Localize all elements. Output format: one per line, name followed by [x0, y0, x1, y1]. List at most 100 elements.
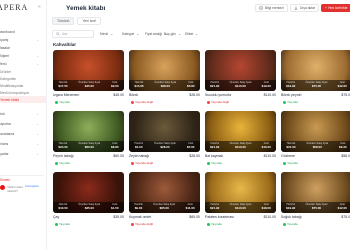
recipe-stat-value: $75.00	[311, 206, 322, 211]
recipe-stat-value: $45.00	[84, 84, 94, 89]
recipe-stat-value: $58.00	[312, 145, 322, 150]
recipe-price: $110.00	[263, 215, 276, 219]
tab-bar: Tümünü Yeni tarif	[52, 17, 101, 25]
tab-new-recipe[interactable]: Yeni tarif	[77, 17, 101, 25]
recipe-stat: Hazırlık $24.00	[58, 143, 67, 149]
recipe-image: Hazırlık $21.92 Önerilen Satış fiyatı $110.…	[205, 111, 276, 152]
status-badge: Yayında	[281, 221, 300, 227]
recipe-card[interactable]: Hazırlık $21.92 Önerilen Satış fiyatı $110.…	[205, 172, 276, 230]
recipe-card[interactable]: Hazırlık $19.92 Önerilen Satış fiyatı $75.0…	[281, 50, 350, 108]
export-label: Dışa aktar	[300, 6, 316, 10]
recipe-name: Bal kaymak	[205, 154, 224, 158]
sidebar-item[interactable]: Ürünler	[0, 68, 46, 75]
filter-day[interactable]: Boş gün ⌄	[164, 30, 181, 38]
recipe-price: $58.00	[341, 154, 350, 158]
status-text: Yayında	[211, 222, 222, 226]
status-badge: Yayında	[53, 160, 72, 166]
recipe-stat-value: $19.00	[261, 84, 271, 89]
sidebar-item[interactable]: Menü kompozisyon	[0, 89, 46, 96]
recipe-card[interactable]: Hazırlık $17.50 Önerilen Satış fiyatı $45.0…	[53, 50, 124, 108]
sidebar-item[interactable]: Yemek kitabı	[0, 96, 46, 103]
recipe-stats: Hazırlık $21.92 Önerilen Satış fiyatı $110.…	[205, 141, 276, 152]
chevron-down-icon: ⌄	[195, 32, 199, 36]
recipe-card[interactable]: Hazırlık $21.00 Önerilen Satış fiyatı $58.0…	[281, 111, 350, 169]
status-dot-icon	[55, 161, 58, 165]
search-input[interactable]: Ara	[52, 30, 94, 38]
recipe-card[interactable]: Hazırlık $21.92 Önerilen Satış fiyatı $110.…	[205, 111, 276, 169]
recipe-image: Hazırlık $21.92 Önerilen Satış fiyatı $110.…	[205, 50, 276, 91]
export-button[interactable]: Dışa aktar	[290, 4, 320, 12]
sidebar-item[interactable]: Modifikasyonlar	[0, 82, 46, 89]
filter-day-label: Boş gün	[164, 32, 177, 36]
recipe-stat: Cost $5.00	[187, 143, 195, 149]
recipe-card[interactable]: Hazırlık $4.00 Önerilen Satış fiyatı $28.00…	[129, 111, 200, 169]
recipe-stat-value: $12.00	[337, 206, 347, 211]
recipe-image: Hazırlık $24.00 Önerilen Satış fiyatı $60.0…	[53, 111, 124, 152]
sidebar-item[interactable]: Dashboard	[0, 28, 44, 35]
recipe-card[interactable]: Hazırlık $19.92 Önerilen Satış fiyatı $75.0…	[281, 172, 350, 230]
status-dot-icon	[131, 222, 134, 226]
sidebar-item[interactable]: Raporlar ⌄	[0, 120, 44, 127]
status-text: Yayında	[211, 161, 222, 165]
recipe-stat-value: $9.00	[111, 84, 119, 89]
sidebar-collapse-icon[interactable]: «	[38, 4, 41, 10]
recipe-stat-value: $21.92	[210, 206, 220, 211]
sidebar-item-label: Raporlar	[0, 121, 12, 126]
sidebar-item-label: Kategoriler	[0, 76, 17, 81]
recipe-stat: Önerilen Satış fiyatı $60.00	[78, 143, 100, 149]
support-link[interactable]: Konuşalım	[25, 184, 39, 188]
recipe-name: Peynir tabağı	[53, 154, 74, 158]
recipe-stat-value: $16.00	[261, 145, 271, 150]
recipe-stat: Hazırlık $10.00	[58, 204, 67, 210]
tab-all[interactable]: Tümünü	[52, 17, 75, 25]
recipe-stat-value: $11.00	[185, 206, 195, 211]
filter-category[interactable]: Kategori ⌄	[122, 30, 139, 38]
recipe-card[interactable]: Hazırlık $14.95 Önerilen Satış fiyatı $28.0…	[129, 50, 200, 108]
recipe-stat: Cost $18.00	[262, 204, 271, 210]
recipe-price: $75.00	[341, 215, 350, 219]
sidebar-item[interactable]: Kategoriler	[0, 75, 46, 82]
sidebar-item[interactable]: Pazarlama ⌄	[0, 130, 44, 137]
recipe-card[interactable]: Hazırlık $24.00 Önerilen Satış fiyatı $60.0…	[53, 111, 124, 169]
recipe-stat: Önerilen Satış fiyatı $110.00	[230, 143, 252, 149]
recipe-stats: Hazırlık $14.95 Önerilen Satış fiyatı $28.0…	[129, 80, 200, 91]
recipe-price: $110.00	[263, 93, 276, 97]
recipe-name: Sucuklu yumurta	[205, 93, 232, 97]
sidebar-item[interactable]: Menü ⌄	[0, 60, 44, 67]
recipe-stat-value: $4.00	[135, 145, 143, 150]
sidebar-item[interactable]: Müşteri ⌄	[0, 52, 44, 59]
recipe-stat: Hazırlık $21.00	[286, 143, 295, 149]
recipe-card[interactable]: Hazırlık $21.92 Önerilen Satış fiyatı $110.…	[205, 50, 276, 108]
help-center-label: Bilgi merkezi	[265, 6, 284, 10]
logo: APERA	[0, 3, 29, 12]
status-dot-icon	[283, 222, 286, 226]
recipe-price: $110.00	[263, 154, 276, 158]
recipe-name: Börek	[129, 93, 139, 97]
recipe-name: Gözleme	[281, 154, 296, 158]
recipe-price: $60.00	[113, 154, 124, 158]
recipe-stat-value: $110.00	[235, 206, 246, 211]
status-dot-icon	[131, 161, 134, 165]
recipe-card[interactable]: Hazırlık $9.00 Önerilen Satış fiyatı $65.00…	[129, 172, 200, 230]
status-badge: Yayında	[281, 160, 300, 166]
recipe-stat: Hazırlık $14.95	[134, 82, 143, 88]
sidebar-item-label: Yemek kitabı	[0, 97, 20, 102]
sidebar-item[interactable]: Ayarlar ⌄	[0, 150, 44, 157]
sidebar-item[interactable]: Sipariş ⌄	[0, 36, 44, 43]
sidebar-item[interactable]: Masalar	[0, 44, 44, 51]
filter-tag[interactable]: Etiket ⌄	[185, 30, 198, 38]
recipe-card[interactable]: Hazırlık $10.00 Önerilen Satış fiyatı $35.0…	[53, 172, 124, 230]
help-center-button[interactable]: Bilgi merkezi	[255, 4, 288, 12]
recipe-image: Hazırlık $4.00 Önerilen Satış fiyatı $28.00…	[129, 111, 200, 152]
recipe-stat: Cost $8.80	[111, 143, 119, 149]
status-dot-icon	[207, 161, 210, 165]
filter-menu[interactable]: Menü ⌄	[100, 30, 113, 38]
add-recipe-button[interactable]: + Yeni tarif ekle	[321, 4, 350, 12]
support-widget: Destek Yardım ister misiniz? Konuşalım	[0, 175, 44, 197]
recipe-stat: Önerilen Satış fiyatı $45.00	[78, 82, 100, 88]
recipe-stat-value: $24.00	[58, 145, 68, 150]
recipe-stat: Cost $19.00	[262, 82, 271, 88]
sidebar-item[interactable]: Finans ⌄	[0, 140, 44, 147]
status-text: Yayında değil	[135, 161, 153, 165]
sidebar-item[interactable]: Stok ⌄	[0, 110, 44, 117]
